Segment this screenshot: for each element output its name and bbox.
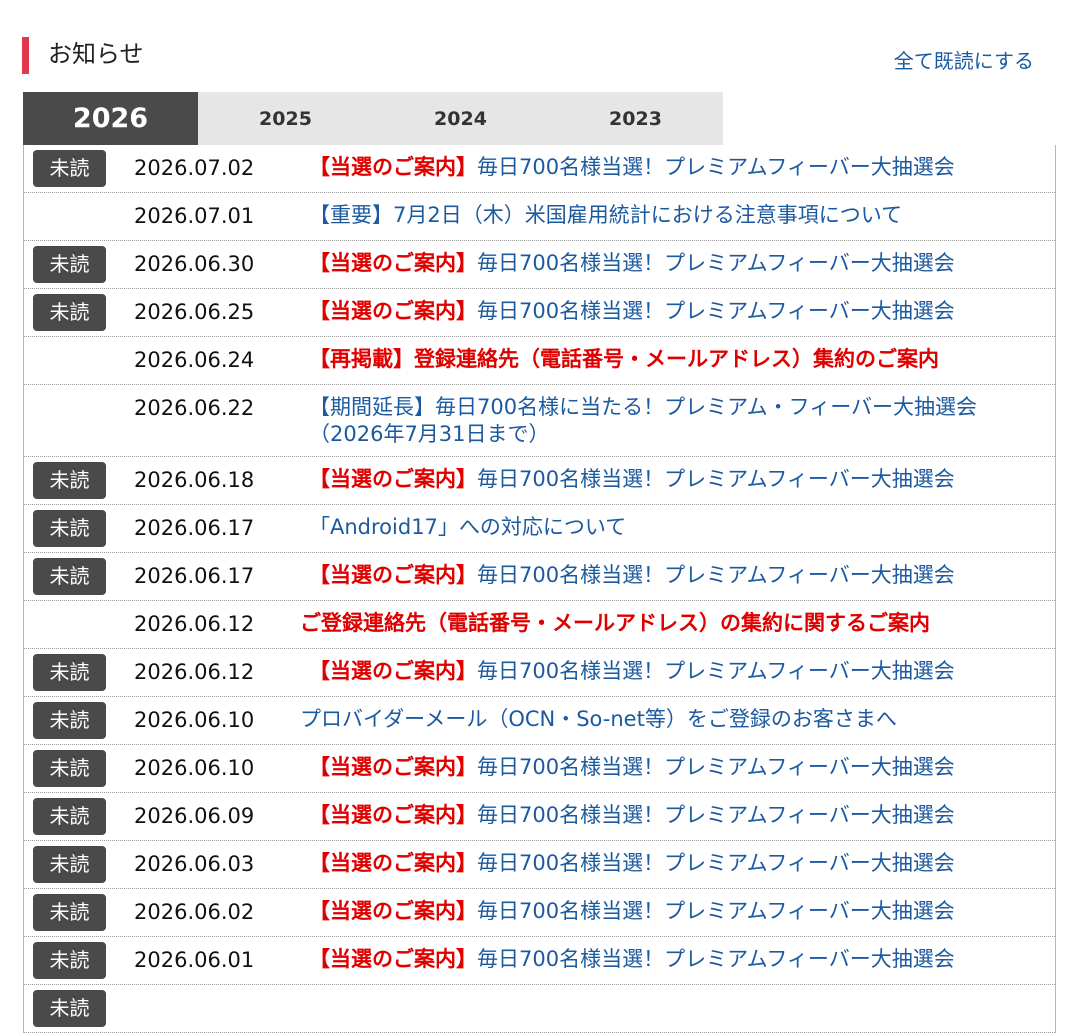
notice-prefix[interactable]: 【当選のご案内】 <box>309 755 477 779</box>
notice-prefix[interactable]: 【当選のご案内】 <box>309 299 477 323</box>
unread-badge: 未読 <box>33 558 106 595</box>
page-title: お知らせ <box>48 40 144 68</box>
notice-link[interactable]: 毎日700名様当選！プレミアムフィーバー大抽選会 <box>477 899 955 923</box>
notice-date: 2026.07.02 <box>134 156 255 180</box>
notice-link[interactable]: 毎日700名様当選！プレミアムフィーバー大抽選会 <box>477 299 955 323</box>
unread-badge: 未読 <box>33 246 106 283</box>
notice-content <box>24 985 1055 1002</box>
unread-badge: 未読 <box>33 702 106 739</box>
notice-row[interactable]: 未読 2026.06.17 「Android17」への対応について <box>24 505 1055 553</box>
notice-link[interactable]: 毎日700名様当選！プレミアムフィーバー大抽選会 <box>477 755 955 779</box>
year-tabs: 2026 2025 2024 2023 <box>23 92 1067 145</box>
notice-link[interactable]: 毎日700名様当選！プレミアムフィーバー大抽選会 <box>477 155 955 179</box>
notice-row[interactable]: 未読 2026.07.02 【当選のご案内】毎日700名様当選！プレミアムフィーバー… <box>24 145 1055 193</box>
notice-link[interactable]: 毎日700名様当選！プレミアムフィーバー大抽選会 <box>477 251 955 275</box>
unread-badge: 未読 <box>33 750 106 787</box>
notice-prefix[interactable]: 【当選のご案内】 <box>309 659 477 683</box>
notice-prefix[interactable]: 【当選のご案内】 <box>309 803 477 827</box>
notice-prefix[interactable]: 【当選のご案内】 <box>309 251 477 275</box>
tab-2026[interactable]: 2026 <box>23 92 198 145</box>
notice-date: 2026.06.12 <box>134 660 255 684</box>
notice-row[interactable]: 未読 2026.06.03 【当選のご案内】毎日700名様当選！プレミアムフィーバー… <box>24 841 1055 889</box>
notice-row[interactable]: 未読 2026.06.09 【当選のご案内】毎日700名様当選！プレミアムフィーバー… <box>24 793 1055 841</box>
notice-date: 2026.06.17 <box>134 516 255 540</box>
notice-prefix[interactable]: 【当選のご案内】 <box>309 947 477 971</box>
notice-row[interactable]: 未読 2026.06.01 【当選のご案内】毎日700名様当選！プレミアムフィーバー… <box>24 937 1055 985</box>
tab-2025[interactable]: 2025 <box>198 92 373 145</box>
notice-date: 2026.07.01 <box>134 204 255 228</box>
notice-link[interactable]: 【期間延長】毎日700名様に当たる！プレミアム・フィーバー大抽選会（2026年7… <box>309 395 977 446</box>
notice-row[interactable]: 未読 2026.06.18 【当選のご案内】毎日700名様当選！プレミアムフィーバー… <box>24 457 1055 505</box>
notice-link[interactable]: プロバイダーメール（OCN・So-net等）をご登録のお客さまへ <box>300 707 897 731</box>
page-header: お知らせ 全て既読にする <box>0 0 1067 92</box>
notice-list: 未読 2026.07.02 【当選のご案内】毎日700名様当選！プレミアムフィーバー… <box>23 145 1056 1033</box>
unread-badge: 未読 <box>33 462 106 499</box>
notice-link[interactable]: 毎日700名様当選！プレミアムフィーバー大抽選会 <box>477 563 955 587</box>
unread-badge: 未読 <box>33 150 106 187</box>
tab-2024[interactable]: 2024 <box>373 92 548 145</box>
notice-prefix[interactable]: 【当選のご案内】 <box>309 899 477 923</box>
unread-badge: 未読 <box>33 798 106 835</box>
notice-row[interactable]: 未読 2026.06.10 プロバイダーメール（OCN・So-net等）をご登録のお… <box>24 697 1055 745</box>
notice-date: 2026.06.18 <box>134 468 255 492</box>
notice-row[interactable]: 未読 <box>24 985 1055 1033</box>
notice-link[interactable]: 毎日700名様当選！プレミアムフィーバー大抽選会 <box>477 467 955 491</box>
notice-date: 2026.06.03 <box>134 852 255 876</box>
notice-row[interactable]: 未読 2026.06.12 【当選のご案内】毎日700名様当選！プレミアムフィーバー… <box>24 649 1055 697</box>
notice-date: 2026.06.12 <box>134 612 255 636</box>
unread-badge: 未読 <box>33 894 106 931</box>
notice-row[interactable]: 未読 2026.06.30 【当選のご案内】毎日700名様当選！プレミアムフィーバー… <box>24 241 1055 289</box>
notice-date: 2026.06.30 <box>134 252 255 276</box>
notice-row[interactable]: 2026.06.22 【期間延長】毎日700名様に当たる！プレミアム・フィーバー大… <box>24 385 1055 457</box>
notice-link[interactable]: 【再掲載】登録連絡先（電話番号・メールアドレス）集約のご案内 <box>309 347 939 371</box>
mark-all-read-link[interactable]: 全て既読にする <box>894 47 1034 75</box>
notice-link[interactable]: 毎日700名様当選！プレミアムフィーバー大抽選会 <box>477 659 955 683</box>
notice-link[interactable]: ご登録連絡先（電話番号・メールアドレス）の集約に関するご案内 <box>300 611 930 635</box>
notice-date: 2026.06.25 <box>134 300 255 324</box>
unread-badge: 未読 <box>33 846 106 883</box>
notice-row[interactable]: 未読 2026.06.17 【当選のご案内】毎日700名様当選！プレミアムフィーバー… <box>24 553 1055 601</box>
notice-link[interactable]: 「Android17」への対応について <box>309 515 626 539</box>
notice-date: 2026.06.01 <box>134 948 255 972</box>
unread-badge: 未読 <box>33 990 106 1027</box>
notice-date: 2026.06.24 <box>134 348 255 372</box>
tab-2023[interactable]: 2023 <box>548 92 723 145</box>
unread-badge: 未読 <box>33 654 106 691</box>
notice-date: 2026.06.17 <box>134 564 255 588</box>
notice-row[interactable]: 未読 2026.06.25 【当選のご案内】毎日700名様当選！プレミアムフィーバー… <box>24 289 1055 337</box>
notice-row[interactable]: 未読 2026.06.02 【当選のご案内】毎日700名様当選！プレミアムフィーバー… <box>24 889 1055 937</box>
notice-row[interactable]: 2026.06.12 ご登録連絡先（電話番号・メールアドレス）の集約に関するご案内 <box>24 601 1055 649</box>
unread-badge: 未読 <box>33 294 106 331</box>
notice-link[interactable]: 毎日700名様当選！プレミアムフィーバー大抽選会 <box>477 851 955 875</box>
notice-date: 2026.06.22 <box>134 396 255 420</box>
notice-prefix[interactable]: 【当選のご案内】 <box>309 851 477 875</box>
notice-date: 2026.06.02 <box>134 900 255 924</box>
notice-row[interactable]: 2026.06.24 【再掲載】登録連絡先（電話番号・メールアドレス）集約のご案内 <box>24 337 1055 385</box>
notice-prefix[interactable]: 【当選のご案内】 <box>309 467 477 491</box>
notice-date: 2026.06.10 <box>134 756 255 780</box>
title-accent-bar <box>22 37 29 74</box>
unread-badge: 未読 <box>33 942 106 979</box>
notice-link[interactable]: 毎日700名様当選！プレミアムフィーバー大抽選会 <box>477 803 955 827</box>
notice-prefix[interactable]: 【当選のご案内】 <box>309 155 477 179</box>
notice-row[interactable]: 未読 2026.06.10 【当選のご案内】毎日700名様当選！プレミアムフィーバー… <box>24 745 1055 793</box>
notice-prefix[interactable]: 【当選のご案内】 <box>309 563 477 587</box>
notice-link[interactable]: 【重要】7月2日（木）米国雇用統計における注意事項について <box>309 203 902 227</box>
notice-row[interactable]: 2026.07.01 【重要】7月2日（木）米国雇用統計における注意事項について <box>24 193 1055 241</box>
notice-date: 2026.06.10 <box>134 708 255 732</box>
notice-date: 2026.06.09 <box>134 804 255 828</box>
unread-badge: 未読 <box>33 510 106 547</box>
notice-link[interactable]: 毎日700名様当選！プレミアムフィーバー大抽選会 <box>477 947 955 971</box>
